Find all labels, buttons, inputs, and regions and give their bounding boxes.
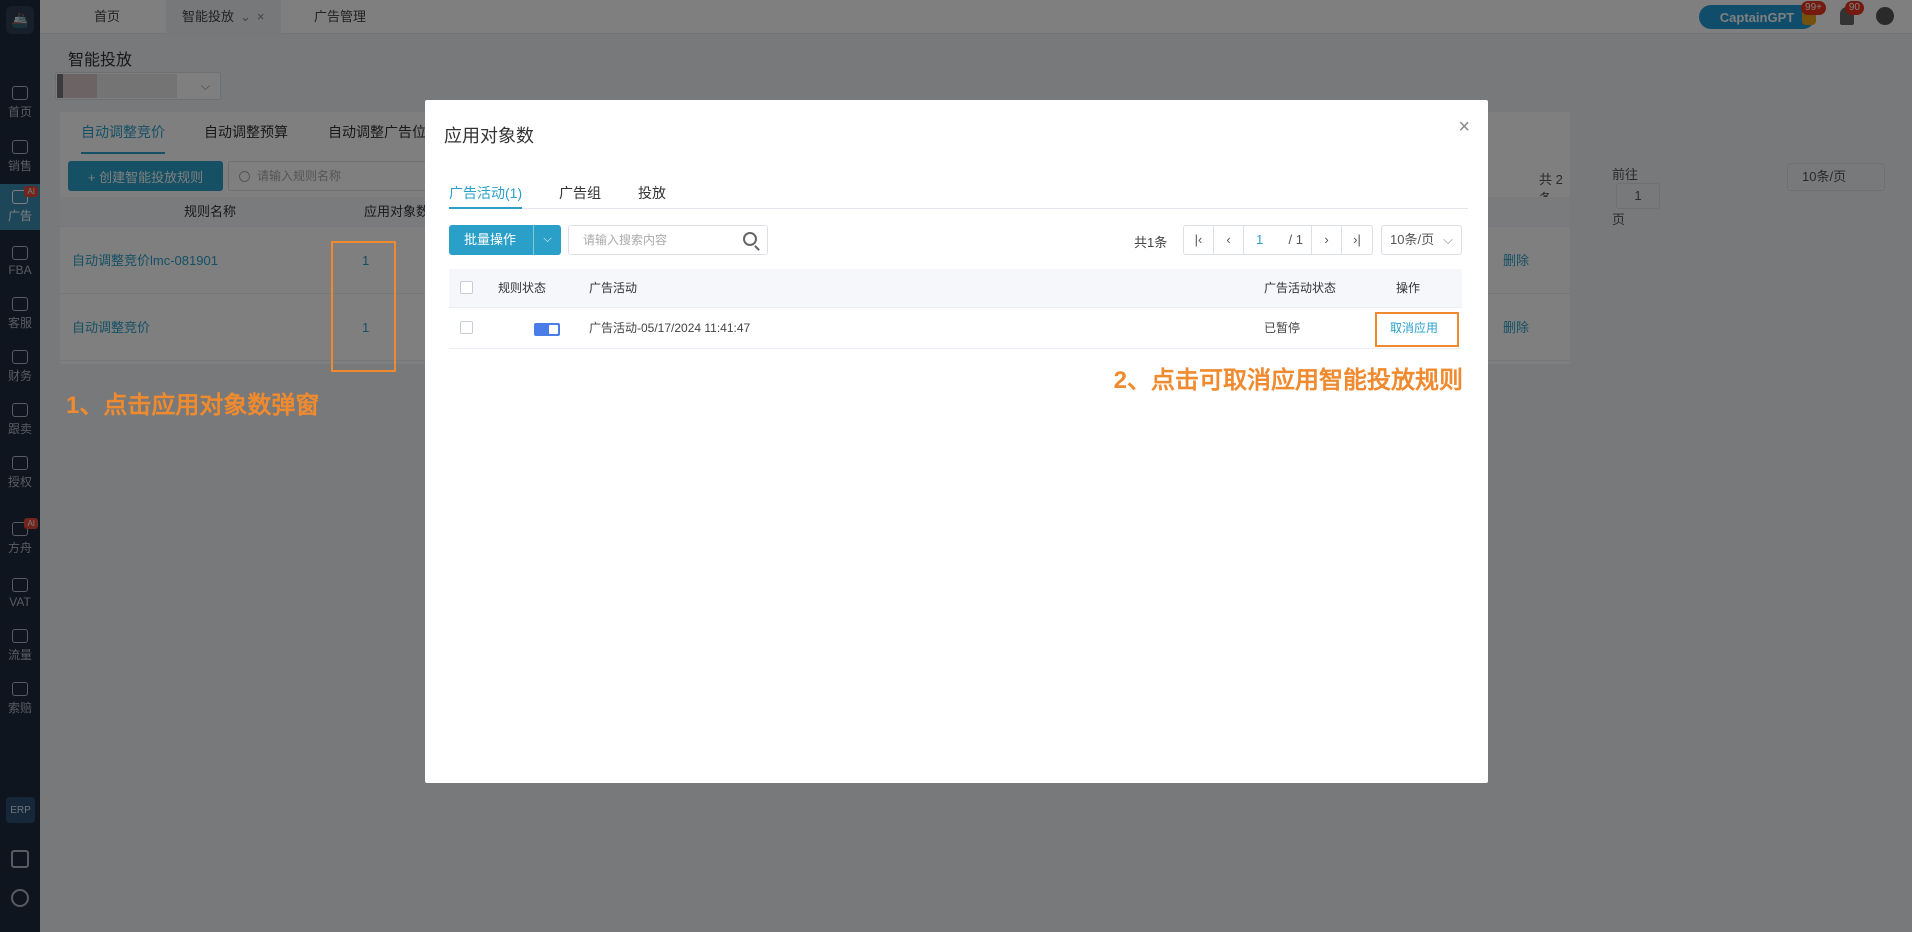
- close-icon[interactable]: ×: [1458, 116, 1470, 139]
- search-icon[interactable]: [743, 232, 757, 246]
- last-page-icon[interactable]: ›|: [1342, 226, 1372, 254]
- bulk-action-button[interactable]: 批量操作 ⌵: [449, 225, 561, 255]
- row-checkbox[interactable]: [460, 321, 473, 334]
- campaign-name: 广告活动-05/17/2024 11:41:47: [589, 321, 751, 335]
- column-header: 广告活动: [589, 281, 638, 295]
- tab-campaigns[interactable]: 广告活动(1): [449, 183, 523, 209]
- column-header: 操作: [1396, 281, 1421, 295]
- annotation-box-cancel: [1375, 312, 1459, 347]
- modal-tabs: 广告活动(1) 广告组 投放: [449, 183, 1468, 209]
- select-all-checkbox[interactable]: [460, 281, 473, 294]
- page-input[interactable]: 1/ 1: [1244, 226, 1312, 254]
- campaign-status: 已暂停: [1264, 321, 1301, 335]
- modal-table-header: 规则状态 广告活动 广告活动状态 操作: [449, 269, 1462, 308]
- rule-status-toggle[interactable]: [534, 323, 560, 336]
- chevron-down-icon[interactable]: ⌵: [533, 225, 561, 255]
- annotation-box-count: [331, 241, 396, 372]
- modal-page-size-select[interactable]: 10条/页: [1381, 225, 1462, 255]
- column-header: 规则状态: [498, 281, 547, 295]
- column-header: 广告活动状态: [1264, 281, 1337, 295]
- prev-page-icon[interactable]: ‹: [1214, 226, 1244, 254]
- pagination: |‹ ‹ 1/ 1 › ›|: [1183, 225, 1373, 255]
- tab-targeting[interactable]: 投放: [638, 183, 666, 209]
- apply-objects-modal: 应用对象数 × 广告活动(1) 广告组 投放 批量操作 ⌵ 请输入搜索内容 共1条…: [425, 100, 1488, 783]
- modal-title: 应用对象数: [444, 126, 534, 146]
- annotation-step2: 2、点击可取消应用智能投放规则: [1113, 367, 1463, 394]
- first-page-icon[interactable]: |‹: [1184, 226, 1214, 254]
- annotation-step1: 1、点击应用对象数弹窗: [66, 392, 320, 419]
- modal-search-input[interactable]: 请输入搜索内容: [568, 225, 768, 255]
- modal-total: 共1条: [1134, 235, 1168, 250]
- next-page-icon[interactable]: ›: [1312, 226, 1342, 254]
- tab-ad-groups[interactable]: 广告组: [559, 183, 601, 209]
- table-row: 广告活动-05/17/2024 11:41:47 已暂停 取消应用: [449, 308, 1462, 349]
